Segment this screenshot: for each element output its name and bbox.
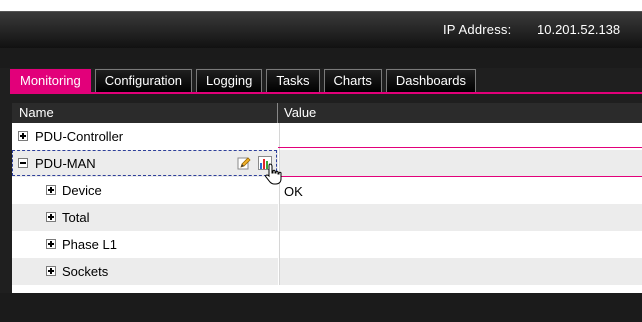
tab-dashboards[interactable]: Dashboards bbox=[385, 69, 476, 92]
tree-row-total[interactable]: Total bbox=[12, 204, 642, 231]
column-header-value[interactable]: Value bbox=[284, 105, 316, 120]
tab-charts[interactable]: Charts bbox=[323, 69, 382, 92]
expand-icon[interactable] bbox=[46, 266, 56, 276]
hand-cursor-icon bbox=[264, 163, 284, 185]
column-header-name[interactable]: Name bbox=[19, 105, 54, 120]
tree-row-pdu-controller[interactable]: PDU-Controller bbox=[12, 123, 642, 150]
tab-logging[interactable]: Logging bbox=[196, 69, 263, 92]
tree-row-phase-l1[interactable]: Phase L1 bbox=[12, 231, 642, 258]
selection-line-bottom bbox=[278, 176, 642, 177]
name-cell: PDU-Controller bbox=[12, 123, 278, 150]
tree-grid: Name Value PDU-Controller PDU-MAN Device… bbox=[12, 103, 642, 293]
row-label: Total bbox=[62, 210, 90, 225]
name-cell: Total bbox=[12, 204, 278, 231]
name-cell: Device bbox=[12, 177, 278, 204]
top-strip bbox=[0, 0, 642, 11]
bottom-area bbox=[0, 293, 642, 322]
name-cell: Phase L1 bbox=[12, 231, 278, 258]
toolbar-gap bbox=[0, 48, 642, 68]
column-divider[interactable] bbox=[277, 103, 278, 123]
value-cell bbox=[279, 204, 642, 231]
ip-address-value: 10.201.52.138 bbox=[537, 22, 621, 37]
tab-bar: Monitoring Configuration Logging Tasks C… bbox=[10, 69, 480, 93]
tab-underline bbox=[10, 92, 642, 94]
row-label: PDU-Controller bbox=[35, 129, 124, 144]
value-cell bbox=[279, 150, 642, 177]
value-cell: OK bbox=[279, 177, 642, 204]
row-value: OK bbox=[284, 184, 303, 199]
value-cell bbox=[279, 231, 642, 258]
selection-line-top bbox=[278, 147, 642, 148]
grid-header: Name Value bbox=[12, 103, 642, 123]
expand-icon[interactable] bbox=[46, 212, 56, 222]
row-label: Sockets bbox=[62, 264, 109, 279]
ip-address-label: IP Address: bbox=[443, 22, 512, 37]
tab-monitoring[interactable]: Monitoring bbox=[10, 69, 91, 92]
value-cell bbox=[279, 123, 642, 150]
tree-row-sockets[interactable]: Sockets bbox=[12, 258, 642, 285]
tab-tasks[interactable]: Tasks bbox=[266, 69, 320, 92]
row-label: Phase L1 bbox=[62, 237, 117, 252]
expand-icon[interactable] bbox=[46, 185, 56, 195]
edit-icon[interactable] bbox=[237, 156, 251, 170]
expand-icon[interactable] bbox=[46, 239, 56, 249]
tab-configuration[interactable]: Configuration bbox=[94, 69, 193, 92]
value-cell bbox=[279, 258, 642, 285]
name-cell: Sockets bbox=[12, 258, 278, 285]
tree-row-device[interactable]: Device OK bbox=[12, 177, 642, 204]
expand-icon[interactable] bbox=[18, 131, 28, 141]
top-bar: IP Address: 10.201.52.138 bbox=[0, 11, 642, 48]
row-label: Device bbox=[62, 183, 102, 198]
